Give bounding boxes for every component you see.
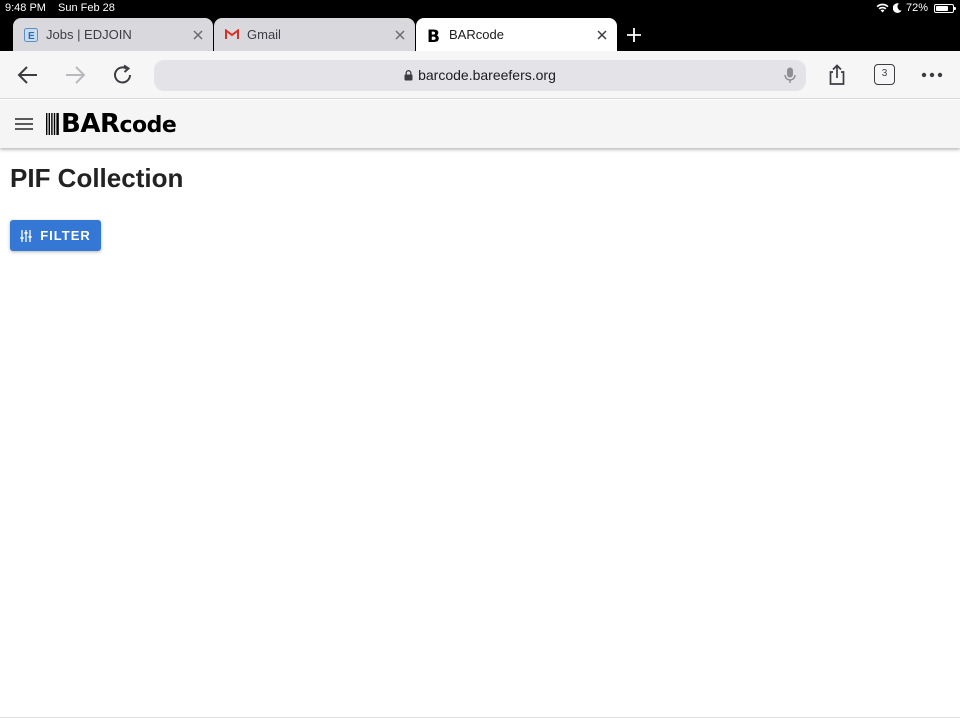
svg-text:B: B (427, 27, 440, 43)
filter-button[interactable]: FILTER (10, 220, 101, 251)
gmail-favicon (225, 28, 239, 42)
lock-icon (404, 70, 413, 81)
reload-icon[interactable] (111, 63, 135, 87)
edjoin-favicon: E (24, 27, 38, 42)
svg-text:E: E (28, 31, 35, 42)
app-header: BARcode (0, 100, 960, 148)
close-tab-icon[interactable] (390, 25, 410, 45)
close-tab-icon[interactable] (188, 25, 208, 45)
share-icon[interactable] (825, 63, 849, 87)
filter-label: FILTER (40, 228, 91, 243)
tab-edjoin[interactable]: E Jobs | EDJOIN (13, 18, 213, 51)
tab-title: BARcode (449, 27, 504, 42)
forward-icon[interactable] (63, 63, 87, 87)
battery-percent: 72% (905, 2, 928, 14)
address-bar[interactable]: barcode.bareefers.org (154, 60, 806, 91)
logo-text: BARcode (61, 109, 177, 139)
moon-icon (892, 3, 902, 13)
wifi-icon (876, 3, 889, 13)
bottom-divider (0, 717, 960, 718)
status-date: Sun Feb 28 (58, 2, 115, 14)
new-tab-icon[interactable] (624, 25, 644, 45)
menu-icon[interactable] (15, 116, 33, 132)
back-icon[interactable] (16, 63, 40, 87)
browser-tab-bar: E Jobs | EDJOIN Gmail B BARcode (0, 18, 960, 51)
close-tab-icon[interactable] (592, 25, 612, 45)
barcode-favicon: B (427, 27, 441, 43)
browser-toolbar: barcode.bareefers.org 3 (0, 51, 960, 99)
tabs-icon[interactable]: 3 (874, 64, 895, 85)
filter-sliders-icon (20, 229, 32, 242)
page-title: PIF Collection (10, 163, 184, 193)
barcode-logo[interactable]: BARcode (46, 109, 177, 139)
mic-icon[interactable] (784, 67, 796, 84)
tab-title: Gmail (247, 27, 281, 42)
battery-icon (934, 3, 956, 13)
status-bar: 9:48 PM Sun Feb 28 72% (0, 0, 960, 18)
url-text: barcode.bareefers.org (418, 67, 556, 83)
status-time: 9:48 PM (5, 2, 46, 14)
barcode-stripes-icon (46, 113, 59, 135)
tab-gmail[interactable]: Gmail (214, 18, 415, 51)
more-icon[interactable] (920, 63, 944, 87)
tab-barcode[interactable]: B BARcode (416, 18, 617, 51)
tab-title: Jobs | EDJOIN (46, 27, 132, 42)
